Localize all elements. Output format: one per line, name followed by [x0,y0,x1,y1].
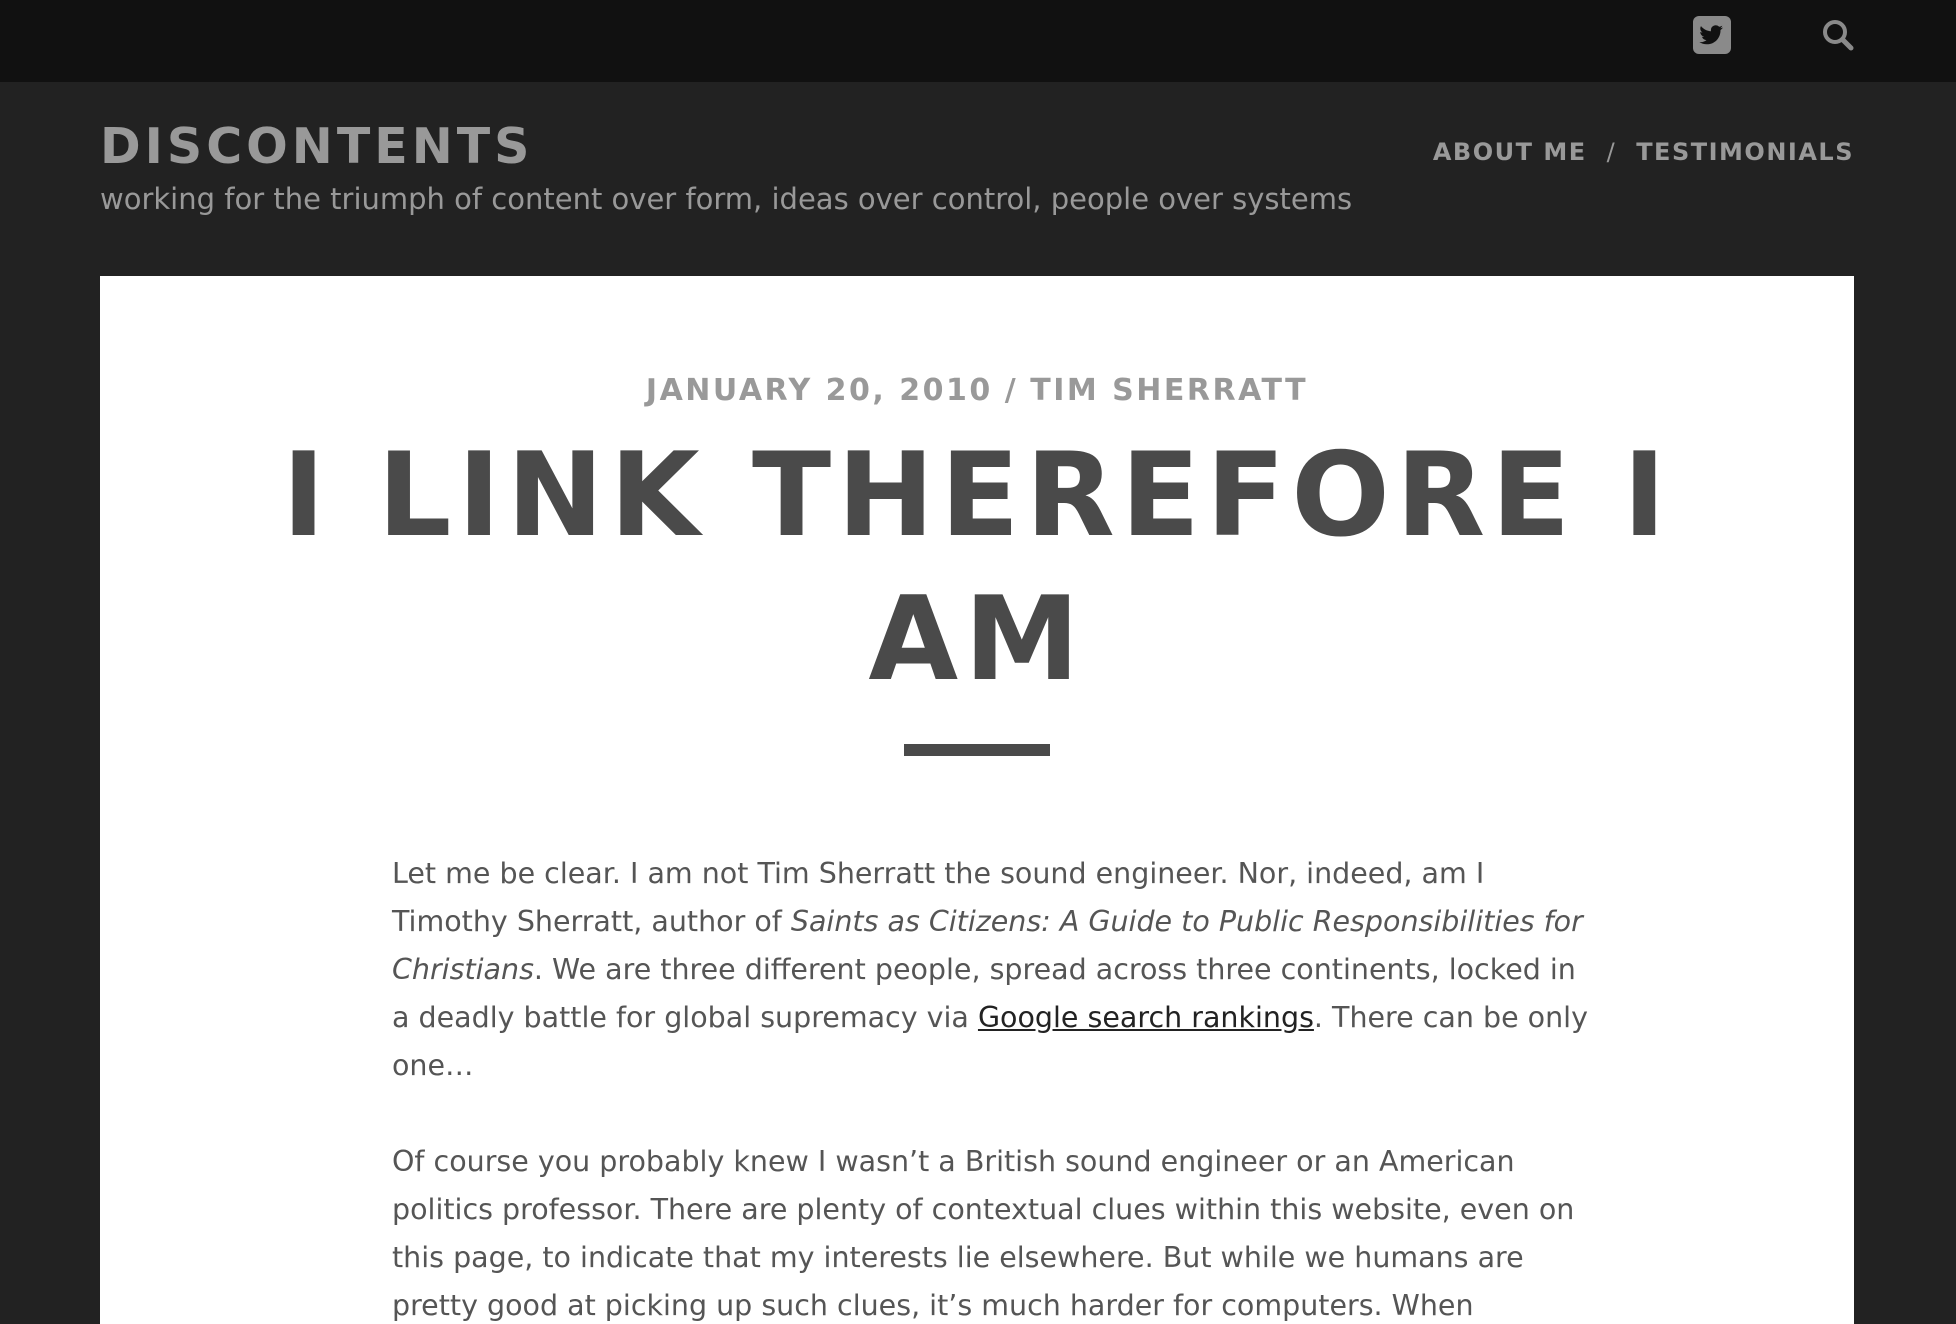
body-paragraph: Of course you probably knew I wasn’t a B… [392,1138,1592,1324]
post-card: JANUARY 20, 2010 / TIM SHERRATT I LINK THE… [100,276,1854,1324]
title-divider [904,744,1050,756]
site-header: DISCONTENTS working for the triumph of c… [0,82,1956,276]
nav-testimonials[interactable]: TESTIMONIALS [1636,138,1854,166]
paragraph-text: Of course you probably knew I wasn’t a B… [392,1145,1575,1322]
nav-separator: / [1606,138,1617,166]
post-body: Let me be clear. I am not Tim Sherratt t… [392,850,1592,1324]
post-date-link[interactable]: JANUARY 20, 2010 [646,373,993,408]
top-bar [0,0,1956,82]
post-author-link[interactable]: TIM SHERRATT [1030,373,1308,408]
twitter-icon[interactable] [1693,16,1731,54]
meta-separator: / [1004,373,1019,408]
site-title[interactable]: DISCONTENTS [100,122,533,171]
main-nav: ABOUT ME / TESTIMONIALS [1433,138,1854,166]
site-tagline: working for the triumph of content over … [100,182,1353,216]
search-icon[interactable] [1819,16,1857,54]
google-search-rankings-link[interactable]: Google search rankings [978,1001,1314,1034]
body-paragraph: Let me be clear. I am not Tim Sherratt t… [392,850,1592,1090]
nav-about-me[interactable]: ABOUT ME [1433,138,1587,166]
post-title: I LINK THEREFORE I AM [282,428,1672,707]
post-meta: JANUARY 20, 2010 / TIM SHERRATT [100,376,1854,406]
